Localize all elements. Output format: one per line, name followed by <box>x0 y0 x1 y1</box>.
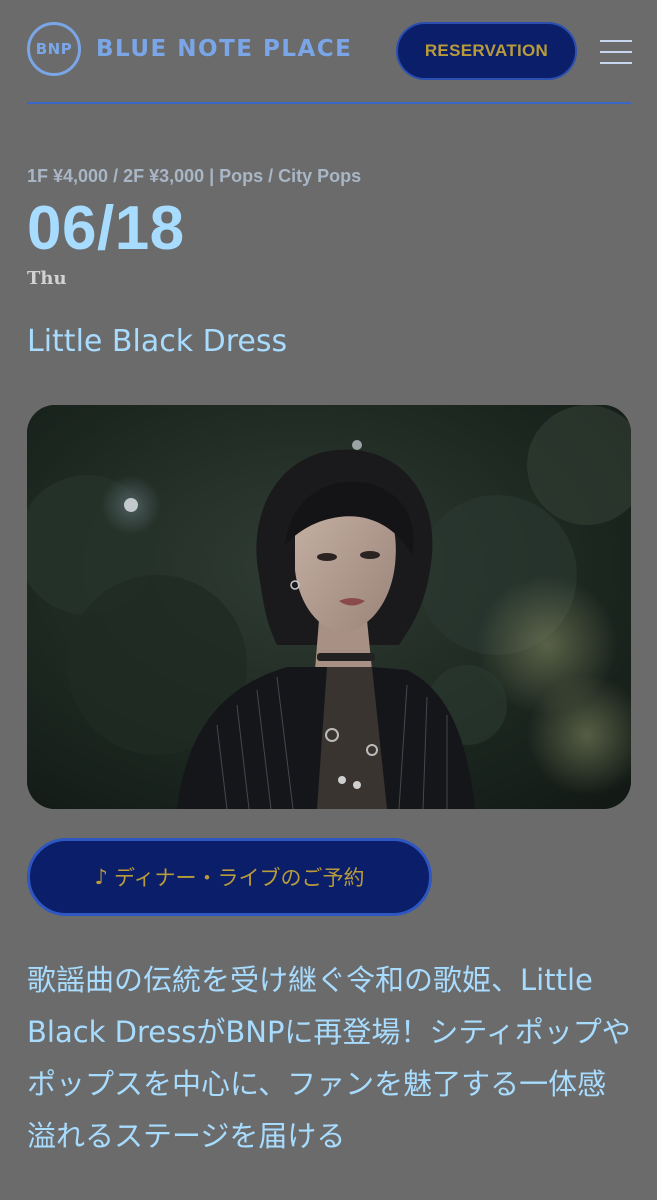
header-divider <box>27 102 631 104</box>
event-description: 歌謡曲の伝統を受け継ぐ令和の歌姫、Little Black DressがBNPに… <box>27 963 631 1153</box>
event-date: 06/18 <box>27 194 185 263</box>
hamburger-menu-icon[interactable] <box>600 40 632 64</box>
logo-badge[interactable]: BNP <box>27 22 81 76</box>
reservation-button[interactable]: RESERVATION <box>396 22 577 80</box>
event-title: Little Black Dress <box>27 324 288 359</box>
event-weekday: Thu <box>27 268 67 289</box>
dinner-live-reservation-label: ディナー・ライブのご予約 <box>113 866 365 890</box>
dinner-live-reservation-button[interactable]: ♪ ディナー・ライブのご予約 <box>27 838 432 916</box>
event-meta: 1F ¥4,000 / 2F ¥3,000 | Pops / City Pops <box>27 166 362 186</box>
logo-text[interactable]: BLUE NOTE PLACE <box>96 36 352 62</box>
site-header: BNP BLUE NOTE PLACE RESERVATION <box>0 0 657 104</box>
music-note-icon: ♪ <box>94 865 108 889</box>
artist-photo <box>27 405 631 809</box>
